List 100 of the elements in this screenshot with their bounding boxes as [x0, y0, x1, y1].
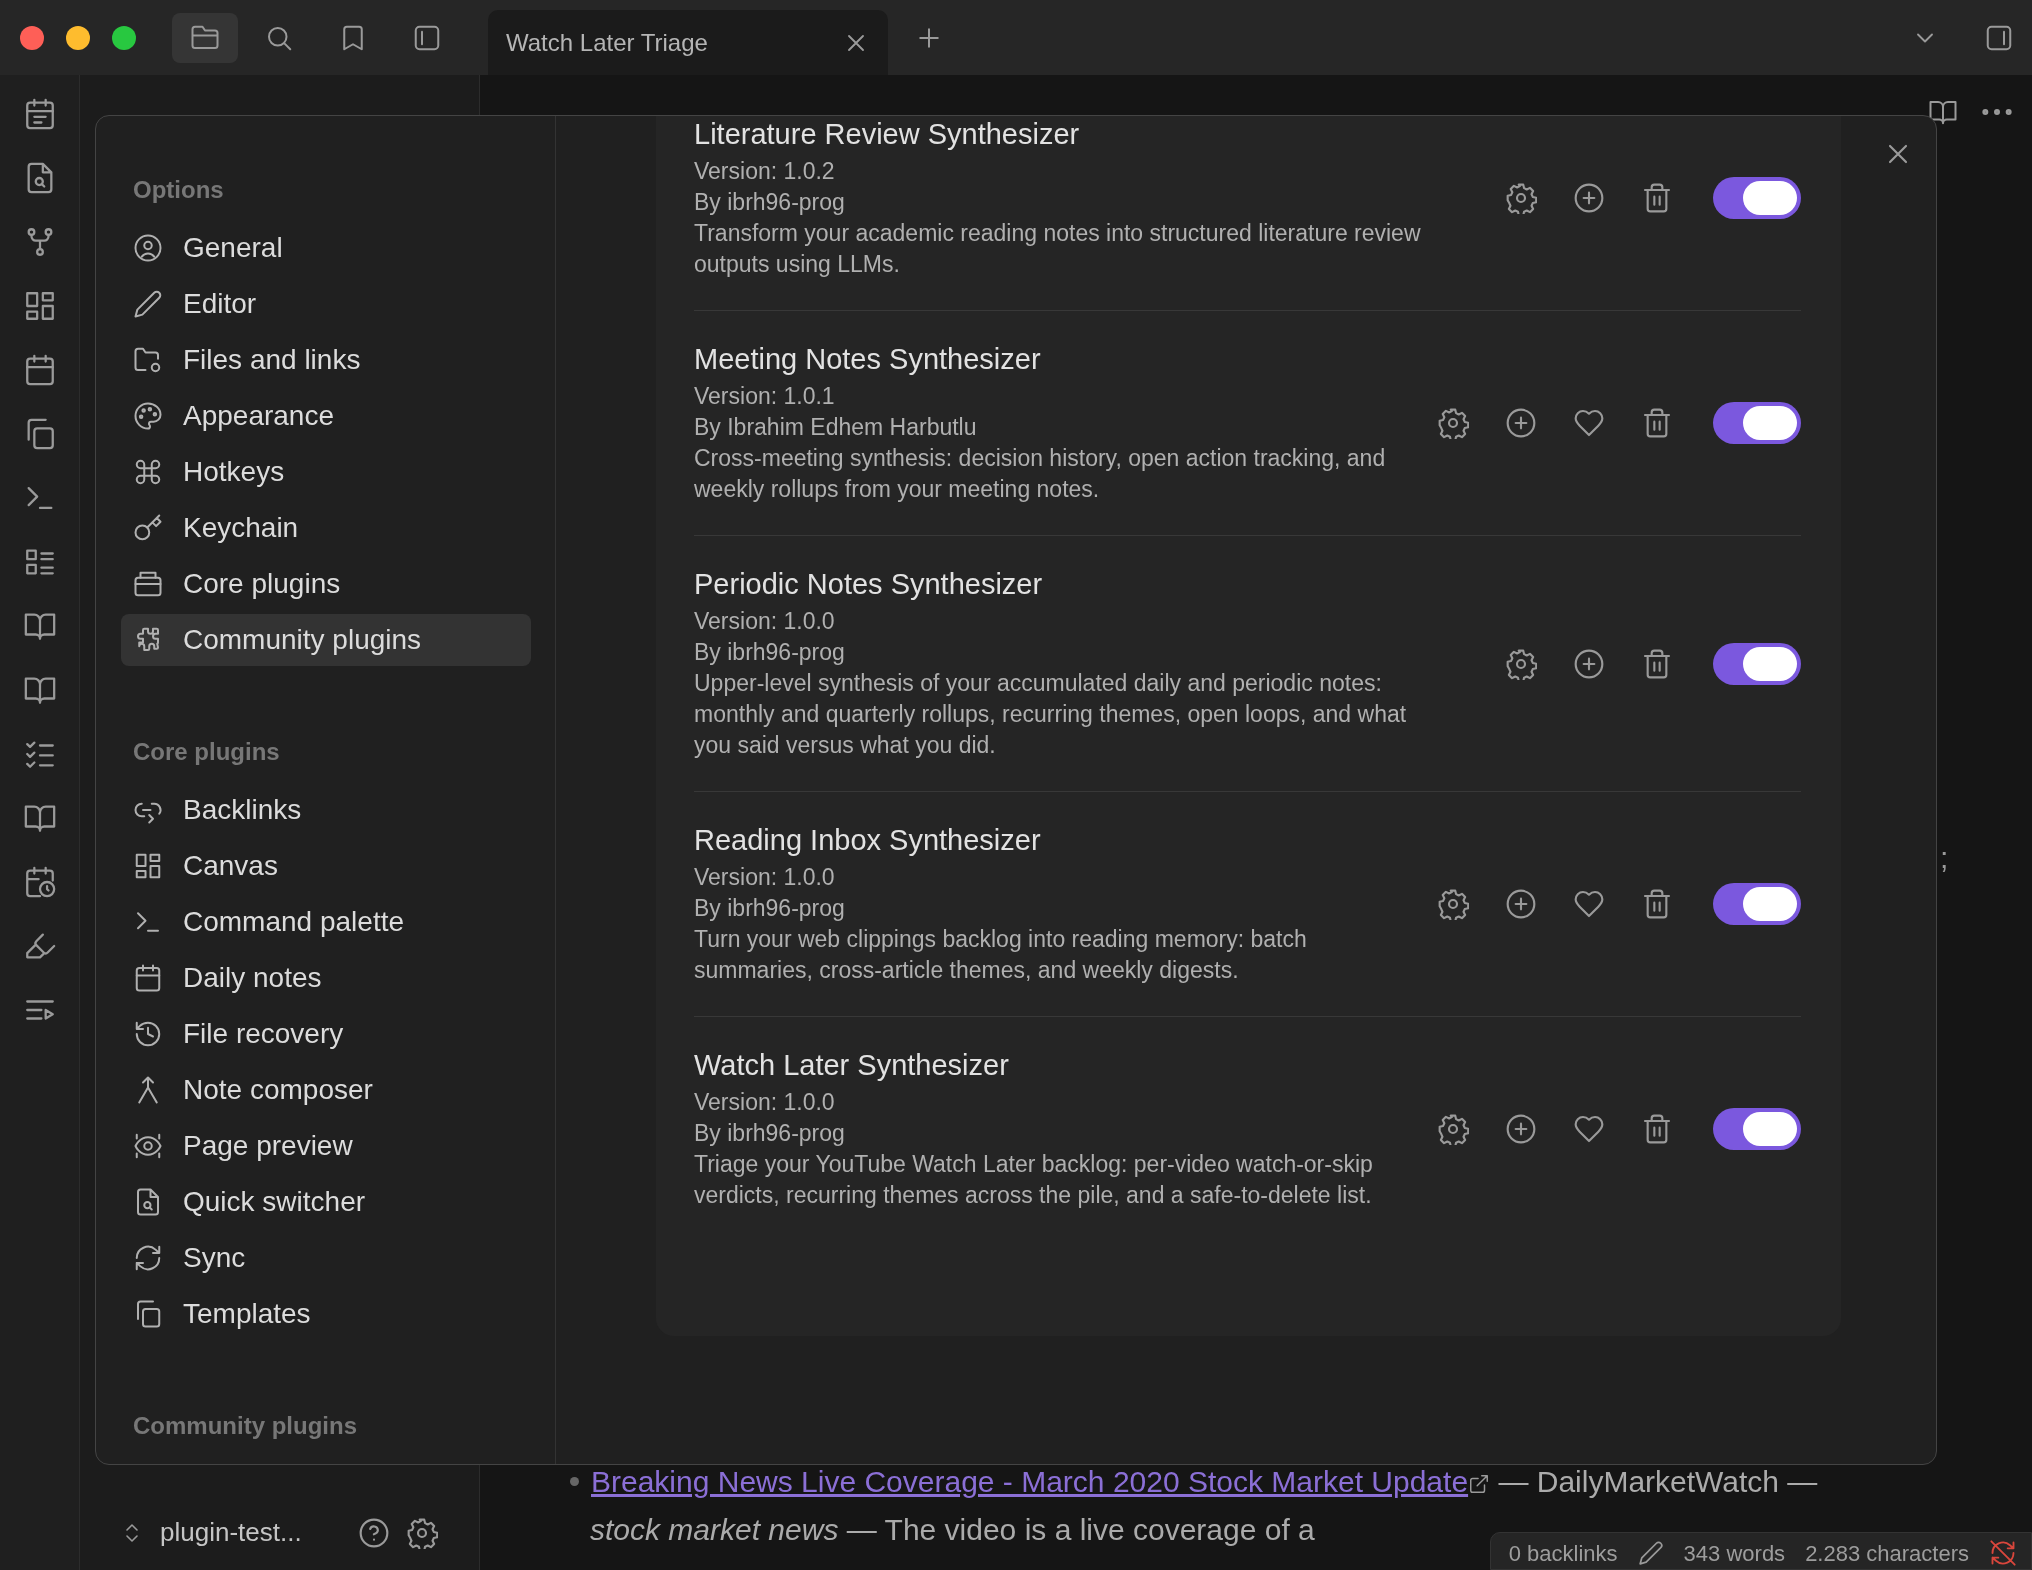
plugin-description: Transform your academic reading notes into structured literature review outputs using LLMs. [694, 219, 1422, 279]
settings-nav-item[interactable]: Quick switcher [121, 1176, 531, 1228]
plugin-author: By ibrh96-prog [694, 894, 846, 923]
trash-icon [1641, 888, 1673, 920]
plugin-name: Meeting Notes Synthesizer [694, 342, 1042, 377]
plugin-name: Literature Review Synthesizer [694, 117, 1081, 152]
backlinks-count[interactable]: 0 backlinks [1508, 1536, 1618, 1570]
plus-circle-icon [1505, 1113, 1537, 1145]
add-hotkey-button[interactable] [1573, 182, 1605, 214]
command-icon [133, 457, 163, 487]
calendar-icon [133, 963, 163, 993]
external-link-icon [1468, 1473, 1491, 1496]
plugin-settings-button[interactable] [1505, 647, 1537, 680]
enable-toggle[interactable] [1713, 402, 1801, 444]
plugin-settings-button[interactable] [1437, 1113, 1469, 1145]
settings-nav-item[interactable]: Templates [121, 1288, 531, 1340]
settings-nav-item[interactable]: General [121, 222, 531, 274]
settings-nav-item[interactable]: File recovery [121, 1008, 531, 1060]
settings-nav-item[interactable]: Backlinks [121, 784, 531, 836]
heart-icon [1573, 1113, 1605, 1145]
key-icon [133, 513, 163, 543]
settings-nav-item[interactable]: Daily notes [121, 952, 531, 1004]
settings-nav-item[interactable]: Note composer [121, 1064, 531, 1116]
folder-gear-icon [133, 345, 163, 375]
plugin-description: Upper-level synthesis of your accumulated daily and periodic notes: monthly and quarterly rollups, recurring themes, open loops, and what you said versus what you did. [694, 669, 1408, 760]
plugin-settings-button[interactable] [1437, 888, 1469, 920]
settings-nav-item[interactable]: Sync [121, 1232, 531, 1284]
plugin-name: Watch Later Synthesizer [694, 1048, 1010, 1083]
settings-icon [405, 1516, 438, 1549]
plugin-description: Triage your YouTube Watch Later backlog: per-video watch-or-skip verdicts, recurring themes across the pile, and a safe-to-delete list. [694, 1150, 1374, 1210]
donate-button[interactable] [1573, 888, 1605, 920]
vault-name[interactable]: plugin-test... [160, 1513, 302, 1552]
uninstall-button[interactable] [1641, 888, 1673, 920]
plugin-author: By ibrh96-prog [694, 638, 846, 667]
more-icon [1982, 108, 2012, 116]
settings-nav-item[interactable]: Command palette [121, 896, 531, 948]
settings-icon [1505, 182, 1537, 214]
plugin-author: By ibrh96-prog [694, 188, 846, 217]
minimize-window-button[interactable] [66, 25, 90, 50]
plus-circle-icon [1505, 888, 1537, 920]
donate-button[interactable] [1573, 407, 1605, 439]
settings-nav-item[interactable]: Community plugins [121, 614, 531, 666]
close-window-button[interactable] [20, 25, 44, 50]
note-text: stock market news — The video is a live coverage of a [590, 1513, 1315, 1546]
box-icon [133, 569, 163, 599]
plugin-version: Version: 1.0.0 [694, 607, 836, 636]
plus-circle-icon [1505, 407, 1537, 439]
uninstall-button[interactable] [1641, 1113, 1673, 1145]
uninstall-button[interactable] [1641, 407, 1673, 439]
add-hotkey-button[interactable] [1505, 1113, 1537, 1145]
add-hotkey-button[interactable] [1505, 407, 1537, 439]
trash-icon [1641, 1113, 1673, 1145]
settings-nav-item[interactable]: Keychain [121, 502, 531, 554]
settings-nav-item[interactable]: Canvas [121, 840, 531, 892]
enable-toggle[interactable] [1713, 177, 1801, 219]
plugin-settings-button[interactable] [1505, 182, 1537, 214]
bullet-icon [570, 1477, 579, 1487]
settings-nav-item[interactable]: Page preview [121, 1120, 531, 1172]
plus-circle-icon [1573, 182, 1605, 214]
enable-toggle[interactable] [1713, 1108, 1801, 1150]
zoom-window-button[interactable] [112, 25, 136, 50]
settings-nav-item[interactable]: Editor [121, 278, 531, 330]
add-hotkey-button[interactable] [1505, 888, 1537, 920]
enable-toggle[interactable] [1713, 642, 1801, 685]
settings-icon [1437, 407, 1469, 439]
grid-icon [133, 851, 163, 881]
section-heading: Community plugins [132, 1411, 358, 1441]
settings-nav-item[interactable]: Core plugins [121, 558, 531, 610]
settings-nav-item[interactable]: Files and links [121, 334, 531, 386]
plugin-description: Cross-meeting synthesis: decision history, open action tracking, and weekly rollups from your meeting notes. [694, 444, 1387, 504]
files-button[interactable] [172, 12, 238, 63]
add-hotkey-button[interactable] [1573, 647, 1605, 680]
history-icon [133, 1019, 163, 1049]
eye-icon [133, 1131, 163, 1161]
pencil-icon [133, 289, 163, 319]
pencil-icon [1637, 1540, 1664, 1566]
donate-button[interactable] [1573, 1113, 1605, 1145]
plugin-name: Periodic Notes Synthesizer [694, 567, 1044, 602]
help-icon [357, 1516, 390, 1549]
enable-toggle[interactable] [1713, 883, 1801, 925]
uninstall-button[interactable] [1641, 182, 1673, 214]
heart-icon [1573, 407, 1605, 439]
plugin-version: Version: 1.0.1 [694, 382, 836, 411]
settings-icon [1505, 647, 1537, 680]
plugin-settings-button[interactable] [1437, 407, 1469, 439]
settings-icon [1437, 1113, 1469, 1145]
plugin-version: Version: 1.0.0 [694, 863, 836, 892]
word-count: 343 words [1683, 1539, 1786, 1568]
sync-off-icon [1989, 1539, 2017, 1567]
character-count: 2.283 characters [1805, 1539, 1969, 1568]
external-link[interactable]: Breaking News Live Coverage - March 2020 Stock Market Update [591, 1465, 1469, 1498]
uninstall-button[interactable] [1641, 647, 1673, 680]
settings-nav-item[interactable]: Appearance [121, 390, 531, 442]
plugin-name: Reading Inbox Synthesizer [694, 823, 1042, 858]
plugin-version: Version: 1.0.2 [694, 157, 836, 186]
note-text: — DailyMarketWatch — [1498, 1465, 1818, 1498]
sync-icon [133, 1243, 163, 1273]
plugin-version: Version: 1.0.0 [694, 1088, 836, 1117]
plugin-author: By Ibrahim Edhem Harbutlu [694, 413, 978, 442]
settings-nav-item[interactable]: Hotkeys [121, 446, 531, 498]
